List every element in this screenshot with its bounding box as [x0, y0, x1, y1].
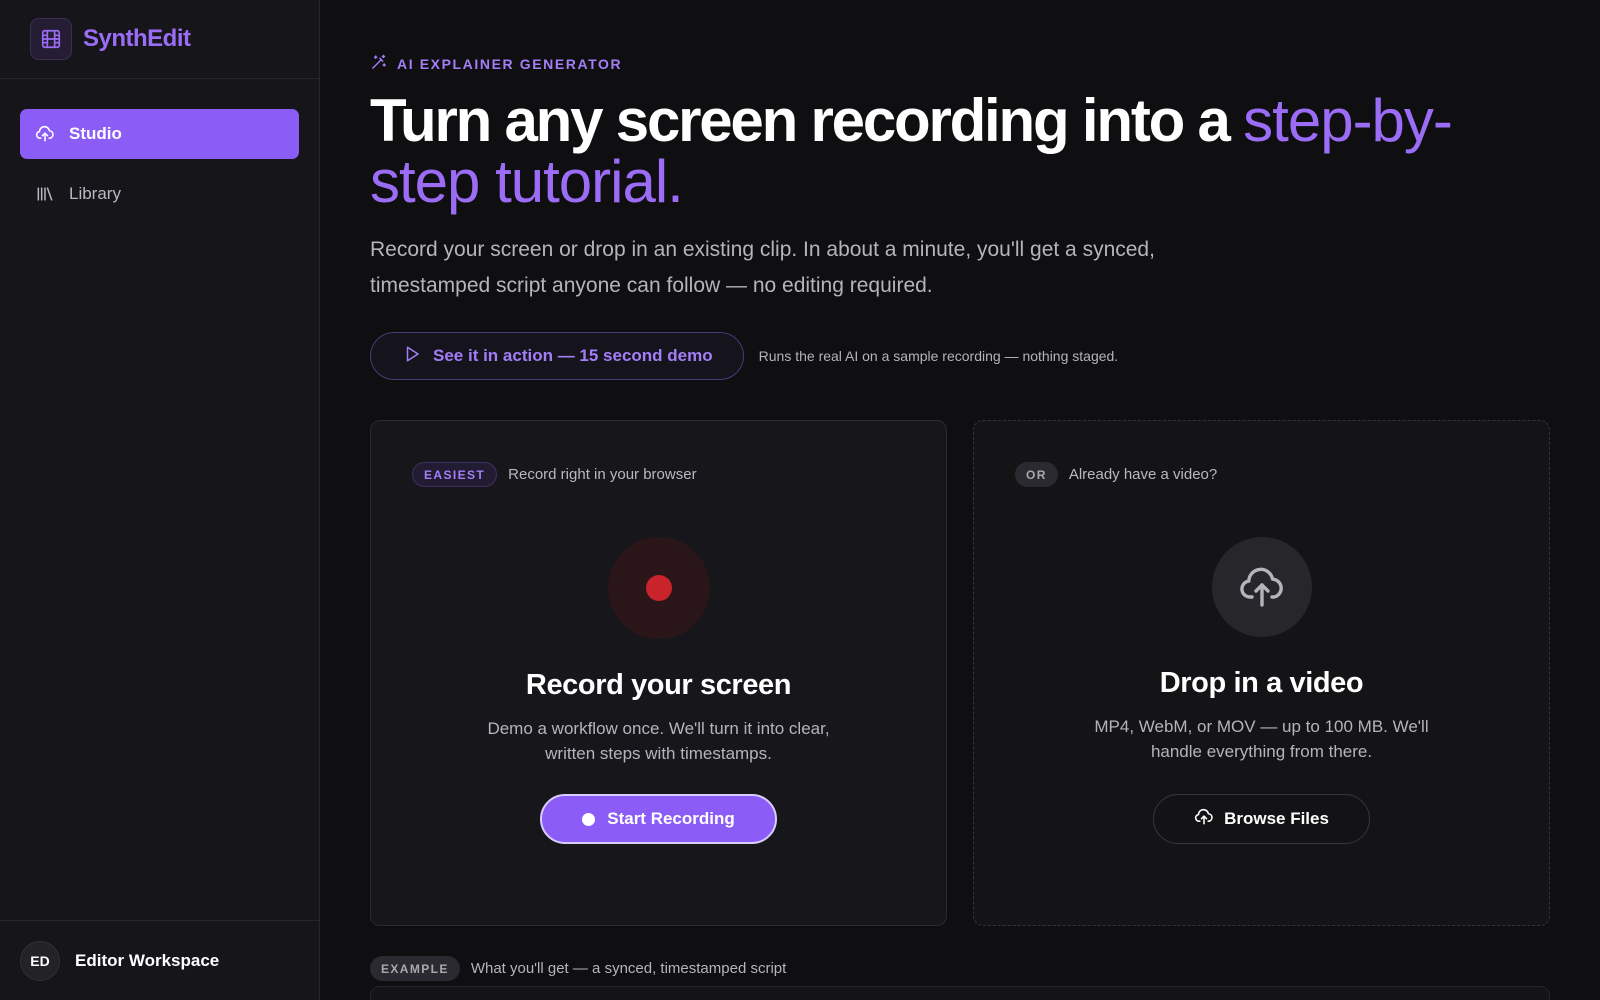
record-dot-icon	[582, 812, 596, 826]
avatar: ED	[20, 940, 60, 981]
easiest-badge: EASIEST	[412, 462, 498, 487]
eyebrow-text: AI EXPLAINER GENERATOR	[397, 56, 623, 72]
magic-wand-icon	[370, 54, 387, 74]
upload-dropzone[interactable]: OR Already have a video? Drop in a video…	[973, 420, 1550, 926]
or-badge: OR	[1015, 462, 1058, 487]
demo-note: Runs the real AI on a sample recording —…	[758, 348, 1119, 364]
sidebar-item-label: Studio	[69, 124, 122, 143]
upload-card-tagrow: OR Already have a video?	[1015, 462, 1217, 487]
brand-name: SynthEdit	[83, 25, 191, 52]
demo-button[interactable]: See it in action — 15 second demo	[370, 332, 744, 380]
record-icon	[607, 537, 710, 639]
source-cards: EASIEST Record right in your browser Rec…	[370, 420, 1550, 926]
record-card-tag-text: Record right in your browser	[508, 466, 697, 483]
upload-card-tag-text: Already have a video?	[1068, 466, 1218, 483]
brand[interactable]: SynthEdit	[0, 0, 319, 79]
demo-row: See it in action — 15 second demo Runs t…	[370, 332, 1550, 380]
workspace-name: Editor Workspace	[75, 950, 220, 970]
record-card: EASIEST Record right in your browser Rec…	[370, 420, 947, 926]
sidebar-item-label: Library	[69, 184, 121, 203]
eyebrow: AI EXPLAINER GENERATOR	[370, 54, 1550, 74]
record-card-title: Record your screen	[525, 669, 792, 701]
cloud-upload-icon	[35, 124, 55, 144]
headline-main: Turn any screen recording into a	[370, 87, 1244, 154]
workspace-switcher[interactable]: ED Editor Workspace	[0, 920, 319, 1000]
example-row: EXAMPLE What you'll get — a synced, time…	[370, 956, 1550, 981]
example-badge: EXAMPLE	[370, 956, 460, 981]
upload-card-title: Drop in a video	[1159, 667, 1364, 699]
library-icon	[35, 184, 55, 204]
sidebar-nav: Studio Library	[0, 79, 319, 219]
browse-files-label: Browse Files	[1224, 809, 1329, 828]
start-recording-label: Start Recording	[607, 809, 735, 828]
cloud-upload-icon	[1211, 537, 1312, 637]
sidebar-item-library[interactable]: Library	[20, 169, 299, 219]
example-panel	[370, 986, 1550, 1000]
main-content: AI EXPLAINER GENERATOR Turn any screen r…	[320, 0, 1600, 1000]
cloud-upload-icon	[1194, 807, 1214, 832]
hero-subhead: Record your screen or drop in an existin…	[370, 238, 1155, 297]
upload-card-body: Drop in a video MP4, WebM, or MOV — up t…	[974, 537, 1549, 844]
example-text: What you'll get — a synced, timestamped …	[470, 960, 787, 977]
record-card-body: Record your screen Demo a workflow once.…	[371, 537, 946, 844]
demo-button-label: See it in action — 15 second demo	[433, 346, 713, 365]
start-recording-button[interactable]: Start Recording	[540, 794, 777, 844]
sidebar: SynthEdit Studio Library ED Editor Works…	[0, 0, 320, 1000]
play-icon	[403, 345, 421, 368]
upload-card-desc: MP4, WebM, or MOV — up to 100 MB. We'll …	[1094, 717, 1429, 761]
app-root: SynthEdit Studio Library ED Editor Works…	[0, 0, 1600, 1000]
page-title: Turn any screen recording into a step-by…	[370, 90, 1550, 212]
film-icon	[30, 18, 72, 60]
record-card-tagrow: EASIEST Record right in your browser	[412, 462, 697, 487]
browse-files-button[interactable]: Browse Files	[1153, 794, 1370, 844]
record-card-desc: Demo a workflow once. We'll turn it into…	[487, 719, 830, 763]
sidebar-item-studio[interactable]: Studio	[20, 109, 299, 159]
record-dot	[645, 575, 672, 601]
